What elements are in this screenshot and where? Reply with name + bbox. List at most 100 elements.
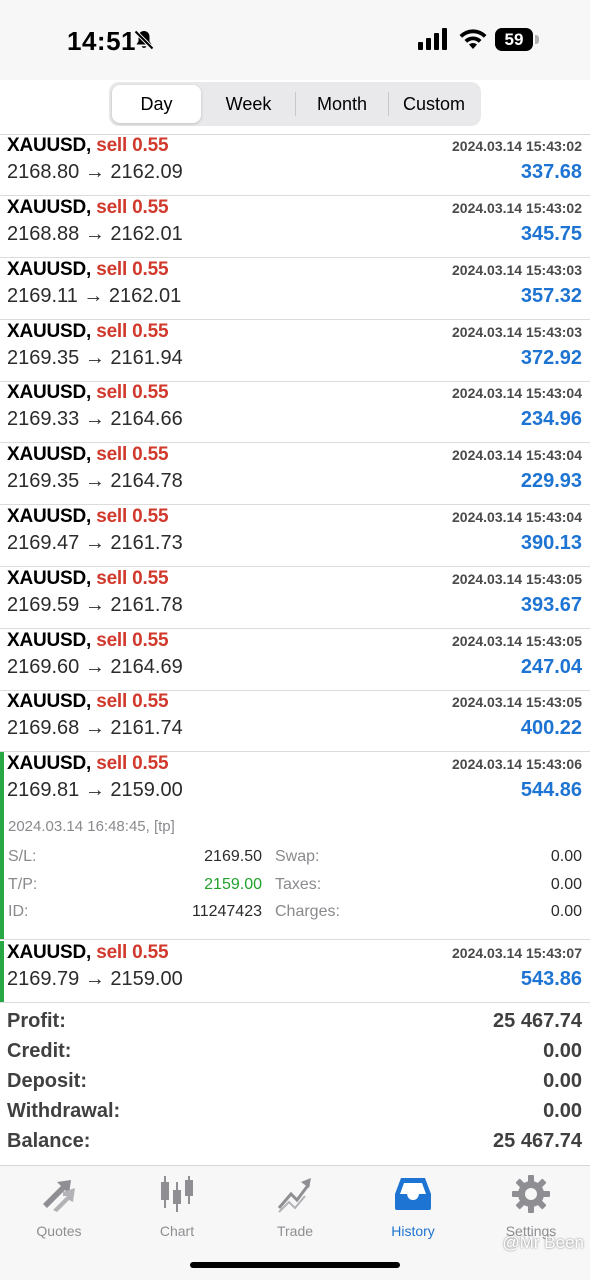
deal-row[interactable]: XAUUSD, sell 0.55 2024.03.14 15:43:04 21…: [0, 443, 590, 505]
tab-day[interactable]: Day: [112, 85, 201, 123]
deal-type: sell 0.55: [96, 506, 169, 527]
deal-type: sell 0.55: [96, 630, 169, 651]
tp-value: 2159.00: [204, 876, 262, 893]
deal-row[interactable]: XAUUSD, sell 0.55 2024.03.14 15:43:05 21…: [0, 567, 590, 629]
deal-symbol: XAUUSD, sell 0.55: [7, 321, 169, 342]
deal-type: sell 0.55: [96, 568, 169, 589]
deal-row[interactable]: XAUUSD, sell 0.55 2024.03.14 15:43:02 21…: [0, 134, 590, 196]
deal-type: sell 0.55: [96, 691, 169, 712]
deal-row[interactable]: XAUUSD, sell 0.55 2024.03.14 15:43:07 21…: [0, 941, 590, 1003]
deal-date: 2024.03.14 15:43:05: [452, 571, 582, 587]
deal-prices: 2169.81 → 2159.00: [7, 779, 183, 801]
swap-label: Swap:: [275, 848, 320, 865]
deal-profit: 247.04: [520, 656, 582, 678]
history-inbox-icon: [395, 1178, 431, 1210]
id-value: 11247423: [192, 903, 262, 920]
deal-profit: 337.68: [520, 161, 582, 183]
deal-prices: 2169.11 → 2162.01: [7, 285, 182, 307]
deal-profit: 544.86: [520, 779, 582, 801]
deal-prices: 2169.59 → 2161.78: [7, 594, 183, 616]
deal-profit: 357.32: [520, 285, 582, 307]
deal-date: 2024.03.14 15:43:02: [452, 138, 582, 154]
summary-withdrawal-value: 0.00: [543, 1100, 582, 1122]
deal-symbol: XAUUSD, sell 0.55: [7, 506, 169, 527]
tab-quotes[interactable]: Quotes: [0, 1174, 118, 1244]
deal-symbol: XAUUSD, sell 0.55: [7, 942, 169, 963]
deal-date: 2024.03.14 15:43:06: [452, 756, 582, 772]
tab-history[interactable]: History: [354, 1174, 472, 1244]
deal-row[interactable]: XAUUSD, sell 0.55 2024.03.14 15:43:04 21…: [0, 381, 590, 443]
summary-withdrawal-label: Withdrawal:: [7, 1100, 121, 1122]
deal-prices: 2169.79 → 2159.00: [7, 968, 183, 990]
deal-profit: 393.67: [520, 594, 582, 616]
deal-date: 2024.03.14 15:43:04: [452, 447, 582, 463]
summary-profit-label: Profit:: [7, 1010, 66, 1032]
deal-profit: 229.93: [520, 470, 582, 492]
tp-label: T/P:: [8, 876, 38, 893]
deal-prices: 2169.60 → 2164.69: [7, 656, 183, 678]
id-label: ID:: [8, 903, 29, 920]
deal-profit: 345.75: [520, 223, 582, 245]
deal-row[interactable]: XAUUSD, sell 0.55 2024.03.14 15:43:03 21…: [0, 258, 590, 320]
deal-prices: 2169.35 → 2164.78: [7, 470, 183, 492]
period-segmented-control: Day Week Month Custom: [109, 82, 481, 126]
watermark-text: @Mr Been: [502, 1233, 584, 1252]
deal-type: sell 0.55: [96, 753, 169, 774]
battery-level: 59: [495, 28, 533, 51]
deal-row[interactable]: XAUUSD, sell 0.55 2024.03.14 15:43:03 21…: [0, 320, 590, 382]
deal-type: sell 0.55: [96, 197, 169, 218]
tab-custom[interactable]: Custom: [389, 85, 479, 123]
taxes-value: 0.00: [550, 876, 582, 893]
deal-row[interactable]: XAUUSD, sell 0.55 2024.03.14 15:43:05 21…: [0, 690, 590, 752]
deal-profit: 543.86: [520, 968, 582, 990]
deal-date: 2024.03.14 15:43:02: [452, 200, 582, 216]
deal-symbol: XAUUSD, sell 0.55: [7, 197, 169, 218]
summary-credit-label: Credit:: [7, 1040, 72, 1062]
deal-prices: 2169.35 → 2161.94: [7, 347, 183, 369]
deal-prices: 2168.80 → 2162.09: [7, 161, 183, 183]
tab-week[interactable]: Week: [202, 85, 295, 123]
deal-prices: 2169.47 → 2161.73: [7, 532, 183, 554]
deal-type: sell 0.55: [96, 259, 169, 280]
deal-detail-panel: 2024.03.14 16:48:45, [tp] S/L: 2169.50 S…: [0, 808, 590, 940]
deal-prices: 2169.68 → 2161.74: [7, 717, 183, 739]
deal-row[interactable]: XAUUSD, sell 0.55 2024.03.14 15:43:02 21…: [0, 196, 590, 258]
deal-symbol: XAUUSD, sell 0.55: [7, 630, 169, 651]
gear-icon: [512, 1175, 550, 1213]
deal-date: 2024.03.14 15:43:03: [452, 262, 582, 278]
home-indicator[interactable]: [190, 1262, 400, 1268]
tab-trade[interactable]: Trade: [236, 1174, 354, 1244]
summary-profit-value: 25 467.74: [493, 1010, 582, 1032]
deal-row-selected[interactable]: XAUUSD, sell 0.55 2024.03.14 15:43:06 21…: [0, 752, 590, 808]
deal-symbol: XAUUSD, sell 0.55: [7, 753, 169, 774]
deal-symbol: XAUUSD, sell 0.55: [7, 444, 169, 465]
summary-balance-value: 25 467.74: [493, 1130, 582, 1152]
deal-type: sell 0.55: [96, 321, 169, 342]
deal-symbol: XAUUSD, sell 0.55: [7, 259, 169, 280]
tab-quotes-label: Quotes: [36, 1223, 82, 1239]
wifi-icon: [459, 29, 487, 49]
charges-value: 0.00: [550, 903, 582, 920]
summary-deposit-value: 0.00: [543, 1070, 582, 1092]
deal-prices: 2169.33 → 2164.66: [7, 408, 183, 430]
deal-symbol: XAUUSD, sell 0.55: [7, 382, 169, 403]
deal-profit: 372.92: [520, 347, 582, 369]
tab-month[interactable]: Month: [296, 85, 388, 123]
deal-type: sell 0.55: [96, 942, 169, 963]
deal-symbol: XAUUSD, sell 0.55: [7, 135, 169, 156]
battery-icon: 59: [495, 28, 539, 51]
deal-type: sell 0.55: [96, 135, 169, 156]
tab-history-label: History: [391, 1223, 435, 1239]
deal-date: 2024.03.14 15:43:04: [452, 509, 582, 525]
deal-row[interactable]: XAUUSD, sell 0.55 2024.03.14 15:43:04 21…: [0, 505, 590, 567]
deal-type: sell 0.55: [96, 444, 169, 465]
tab-chart[interactable]: Chart: [118, 1174, 236, 1244]
deal-symbol: XAUUSD, sell 0.55: [7, 691, 169, 712]
swap-value: 0.00: [550, 848, 582, 865]
deal-type: sell 0.55: [96, 382, 169, 403]
deal-date: 2024.03.14 15:43:07: [452, 945, 582, 961]
status-time: 14:51: [67, 26, 136, 56]
deal-row[interactable]: XAUUSD, sell 0.55 2024.03.14 15:43:05 21…: [0, 629, 590, 691]
sl-value: 2169.50: [204, 848, 262, 865]
taxes-label: Taxes:: [275, 876, 322, 893]
